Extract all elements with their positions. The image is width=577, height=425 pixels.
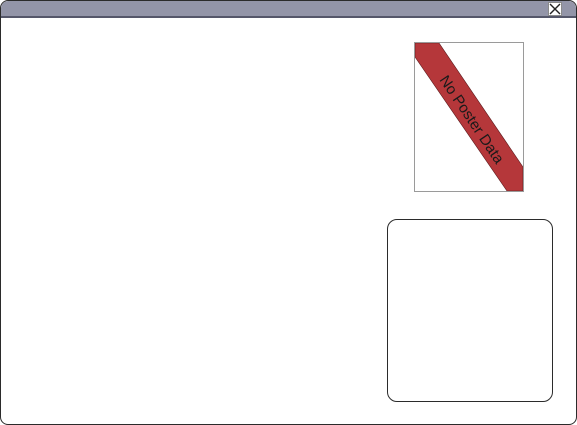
no-poster-label: No Poster Data: [436, 72, 508, 167]
info-panel: [387, 219, 553, 402]
close-icon: [549, 3, 561, 15]
close-button[interactable]: [548, 2, 562, 16]
title-bar[interactable]: [1, 1, 576, 18]
no-poster-ribbon: No Poster Data: [415, 43, 523, 191]
poster-image: No Poster Data: [414, 42, 524, 192]
dialog-window: No Poster Data: [0, 0, 577, 425]
